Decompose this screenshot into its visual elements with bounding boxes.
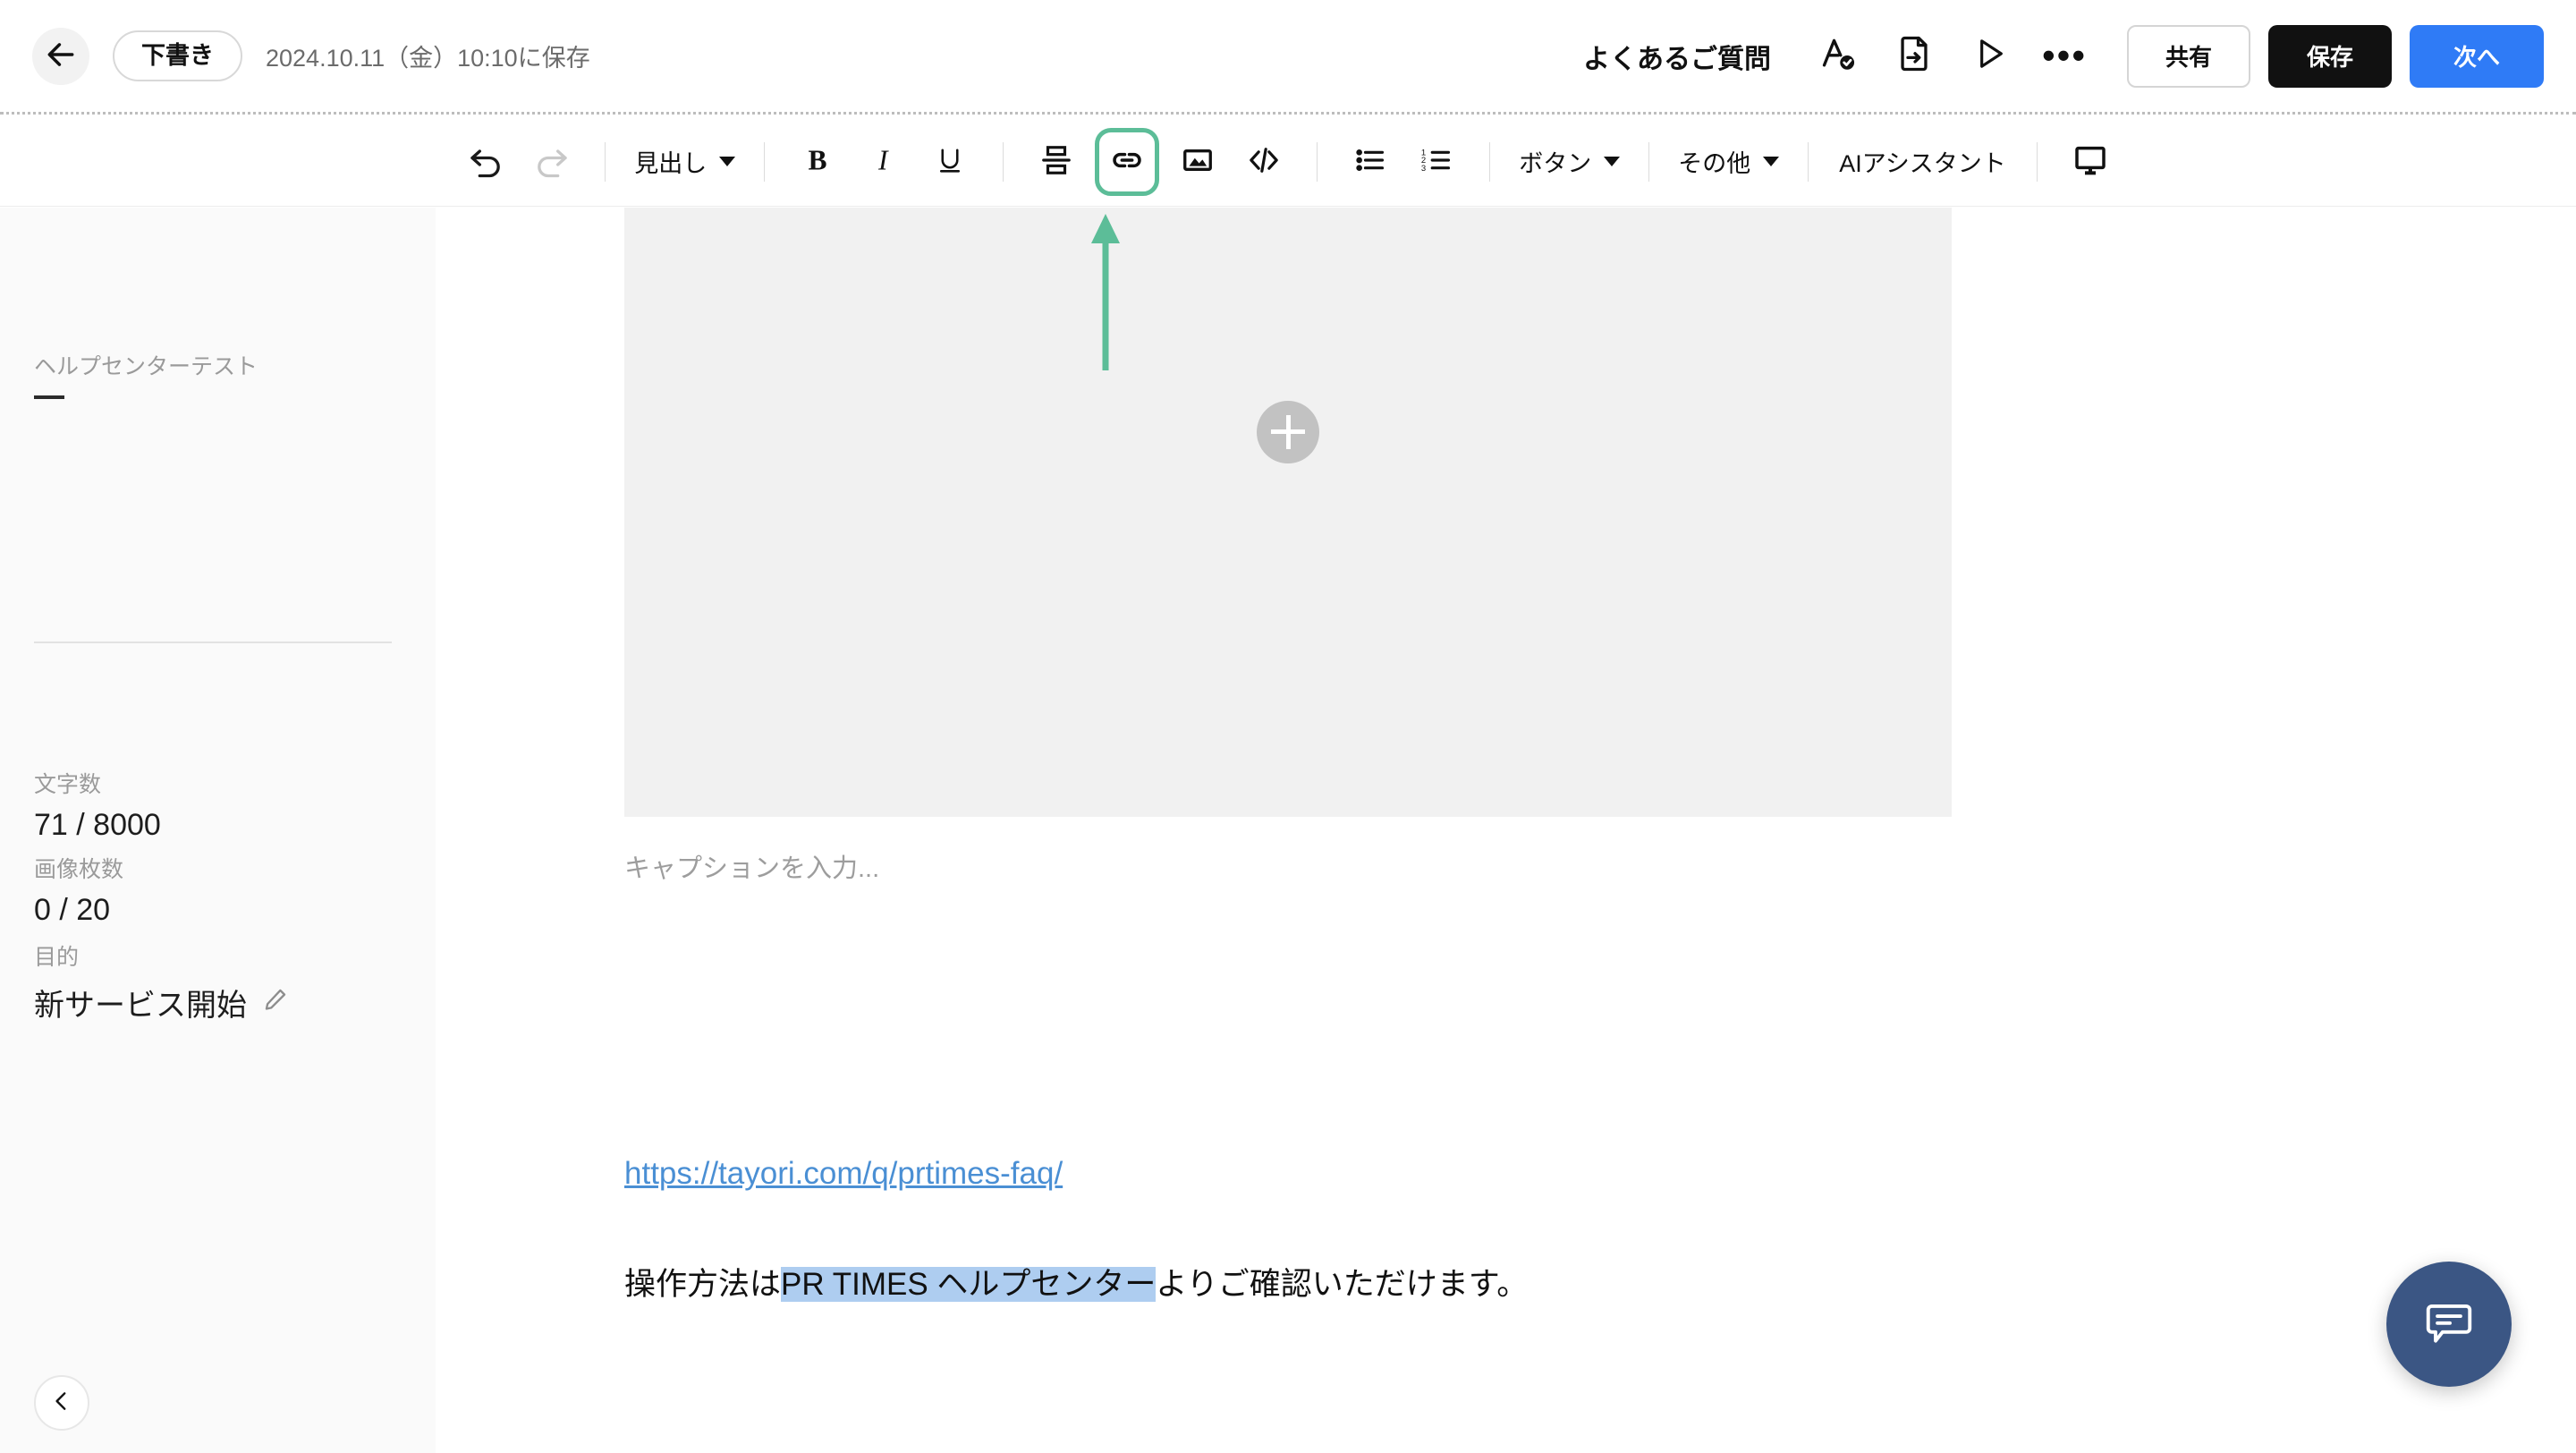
status-badge[interactable]: 下書き [113, 30, 242, 82]
chevron-left-icon [50, 1389, 73, 1417]
image-placeholder-block[interactable] [624, 208, 1952, 817]
header-left-group: 下書き 2024.10.11（金）10:10に保存 [0, 28, 590, 85]
bulleted-list-button[interactable] [1341, 132, 1400, 191]
header-right-group: よくあるご質問 [1583, 25, 2576, 88]
heading-dropdown-label: 見出し [634, 144, 707, 179]
export-button[interactable] [1885, 28, 1943, 85]
arrow-left-icon [44, 38, 78, 74]
chevron-down-icon [1604, 157, 1620, 166]
toolbar-separator [1317, 142, 1318, 182]
editor-canvas: キャプションを入力... https://tayori.com/q/prtime… [436, 208, 2576, 1453]
sidebar-field-image-count: 画像枚数 0 / 20 [34, 852, 123, 928]
bold-button[interactable]: B [788, 132, 847, 191]
toolbar-separator [1003, 142, 1004, 182]
plus-circle-icon[interactable] [1257, 401, 1319, 463]
sidebar-field-value: 71 / 8000 [34, 808, 161, 843]
device-preview-button[interactable] [2061, 132, 2120, 191]
heading-dropdown[interactable]: 見出し [625, 144, 744, 179]
app-header: 下書き 2024.10.11（金）10:10に保存 よくあるご質問 [0, 0, 2576, 115]
svg-text:3: 3 [1421, 164, 1426, 174]
sidebar-divider [34, 642, 392, 643]
paragraph-text-before: 操作方法は [624, 1267, 781, 1302]
other-dropdown-label: その他 [1678, 144, 1750, 179]
left-sidebar: ヘルプセンターテスト 文字数 71 / 8000 画像枚数 0 / 20 目的 … [0, 208, 436, 1453]
more-options-button[interactable]: ••• [2036, 28, 2093, 85]
link-icon [1109, 142, 1145, 181]
code-button[interactable] [1234, 132, 1293, 191]
more-horizontal-icon: ••• [2042, 50, 2087, 62]
sidebar-field-value-row: 新サービス開始 [34, 981, 288, 1024]
file-export-icon [1895, 35, 1933, 77]
chevron-down-icon [719, 157, 735, 166]
sidebar-field-label: 文字数 [34, 767, 161, 799]
spellcheck-icon [1819, 34, 1859, 78]
redo-button[interactable] [522, 132, 581, 191]
sidebar-title-underline [34, 395, 64, 399]
sidebar-field-char-count: 文字数 71 / 8000 [34, 767, 161, 843]
toolbar-separator [2037, 142, 2038, 182]
editor-toolbar: 見出し B I [0, 117, 2576, 207]
sidebar-collapse-button[interactable] [34, 1375, 89, 1431]
redo-icon [534, 142, 570, 181]
horizontal-rule-button[interactable] [1027, 132, 1086, 191]
underline-button[interactable] [920, 132, 979, 191]
numbered-list-button[interactable]: 1 2 3 [1407, 132, 1466, 191]
caption-input[interactable]: キャプションを入力... [624, 847, 879, 885]
preview-button[interactable] [1961, 28, 2018, 85]
ai-assistant-button[interactable]: AIアシスタント [1828, 144, 2016, 179]
button-insert-label: ボタン [1519, 144, 1591, 179]
other-dropdown[interactable]: その他 [1669, 144, 1788, 179]
bold-icon: B [801, 144, 834, 179]
image-icon [1181, 143, 1215, 180]
bulleted-list-icon [1353, 143, 1387, 180]
sidebar-purpose-value: 新サービス開始 [34, 981, 247, 1024]
back-button[interactable] [32, 28, 89, 85]
toolbar-separator [764, 142, 765, 182]
paragraph-text-highlighted: PR TIMES ヘルプセンター [781, 1267, 1156, 1302]
sidebar-field-value: 0 / 20 [34, 893, 123, 928]
chevron-down-icon [1763, 157, 1779, 166]
save-button[interactable]: 保存 [2268, 25, 2392, 88]
svg-text:I: I [877, 145, 889, 176]
undo-button[interactable] [456, 132, 515, 191]
toolbar-separator [1648, 142, 1649, 182]
underline-icon [934, 144, 966, 179]
document-link[interactable]: https://tayori.com/q/prtimes-faq/ [624, 1156, 1063, 1192]
link-button[interactable] [1099, 132, 1155, 191]
italic-icon: I [868, 144, 900, 179]
pencil-icon[interactable] [263, 985, 288, 1020]
link-button-highlight-ring [1095, 128, 1159, 196]
sidebar-field-label: 画像枚数 [34, 852, 123, 884]
insert-image-button[interactable] [1168, 132, 1227, 191]
paragraph-text-after: よりご確認いただけます。 [1156, 1267, 1528, 1302]
document-paragraph[interactable]: 操作方法はPR TIMES ヘルプセンターよりご確認いただけます。 [624, 1259, 1528, 1304]
app-root: 下書き 2024.10.11（金）10:10に保存 よくあるご質問 [0, 0, 2576, 1453]
horizontal-rule-icon [1039, 143, 1073, 180]
saved-timestamp: 2024.10.11（金）10:10に保存 [266, 38, 590, 73]
svg-text:B: B [809, 145, 827, 176]
monitor-icon [2072, 142, 2108, 181]
sidebar-field-label: 目的 [34, 939, 288, 972]
chat-fab-button[interactable] [2386, 1262, 2512, 1387]
spellcheck-button[interactable] [1810, 28, 1868, 85]
sidebar-doc-title: ヘルプセンターテスト [34, 349, 258, 381]
toolbar-separator [605, 142, 606, 182]
undo-icon [468, 142, 504, 181]
chat-bubble-icon [2421, 1295, 2477, 1355]
sidebar-field-purpose: 目的 新サービス開始 [34, 939, 288, 1024]
share-button[interactable]: 共有 [2127, 25, 2250, 88]
toolbar-separator [1489, 142, 1490, 182]
button-insert-dropdown[interactable]: ボタン [1510, 144, 1629, 179]
italic-button[interactable]: I [854, 132, 913, 191]
play-triangle-icon [1971, 36, 2007, 76]
faq-link[interactable]: よくあるご質問 [1583, 37, 1771, 76]
code-icon [1246, 142, 1282, 181]
toolbar-separator [1808, 142, 1809, 182]
numbered-list-icon: 1 2 3 [1419, 143, 1453, 180]
next-button[interactable]: 次へ [2410, 25, 2544, 88]
